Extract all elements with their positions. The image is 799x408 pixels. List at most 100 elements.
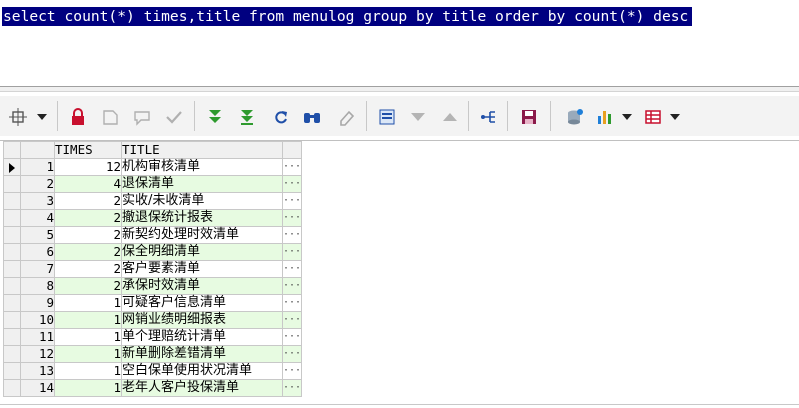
splitter[interactable]	[0, 86, 799, 92]
row-indicator[interactable]	[3, 209, 21, 227]
times-cell[interactable]: 1	[54, 294, 122, 312]
query-settings-icon[interactable]	[6, 105, 30, 129]
row-number[interactable]: 14	[20, 379, 55, 397]
table-row[interactable]: 10 1 网销业绩明细报表 ···	[3, 311, 303, 329]
table-row[interactable]: 5 2 新契约处理时效清单 ···	[3, 226, 303, 244]
row-number[interactable]: 4	[20, 209, 55, 227]
row-indicator[interactable]	[3, 379, 21, 397]
sql-query-text[interactable]: select count(*) times,title from menulog…	[2, 7, 693, 26]
lock-icon[interactable]	[66, 105, 90, 129]
cell-ellipsis-button[interactable]: ···	[281, 362, 303, 380]
fetch-last-icon[interactable]	[235, 105, 259, 129]
post-changes-icon[interactable]	[162, 105, 186, 129]
title-cell[interactable]: 客户要素清单	[121, 260, 283, 278]
row-indicator[interactable]	[3, 243, 21, 261]
table-row[interactable]: 4 2 撤退保统计报表 ···	[3, 209, 303, 227]
cell-ellipsis-button[interactable]: ···	[281, 260, 303, 278]
cell-ellipsis-button[interactable]: ···	[281, 226, 303, 244]
table-row[interactable]: 3 2 实收/未收清单 ···	[3, 192, 303, 210]
cell-ellipsis-button[interactable]: ···	[281, 294, 303, 312]
times-cell[interactable]: 1	[54, 379, 122, 397]
row-indicator[interactable]	[3, 175, 21, 193]
row-number[interactable]: 12	[20, 345, 55, 363]
times-cell[interactable]: 1	[54, 328, 122, 346]
chevron-down-icon[interactable]	[622, 114, 632, 120]
row-number[interactable]: 2	[20, 175, 55, 193]
chevron-down-icon[interactable]	[670, 114, 680, 120]
cell-ellipsis-button[interactable]: ···	[281, 192, 303, 210]
row-number[interactable]: 8	[20, 277, 55, 295]
row-indicator[interactable]	[3, 192, 21, 210]
row-number[interactable]: 11	[20, 328, 55, 346]
query-by-example-icon[interactable]	[563, 105, 587, 129]
column-header-title[interactable]: TITLE	[121, 141, 283, 159]
row-indicator[interactable]	[3, 328, 21, 346]
table-row[interactable]: 6 2 保全明细清单 ···	[3, 243, 303, 261]
title-cell[interactable]: 保全明细清单	[121, 243, 283, 261]
cell-ellipsis-button[interactable]: ···	[281, 243, 303, 261]
new-record-icon[interactable]	[98, 105, 122, 129]
title-cell[interactable]: 新契约处理时效清单	[121, 226, 283, 244]
row-indicator[interactable]	[3, 158, 21, 176]
row-indicator[interactable]	[3, 226, 21, 244]
clear-icon[interactable]	[334, 105, 358, 129]
row-indicator[interactable]	[3, 260, 21, 278]
row-indicator[interactable]	[3, 277, 21, 295]
title-cell[interactable]: 空白保单使用状况清单	[121, 362, 283, 380]
row-number[interactable]: 3	[20, 192, 55, 210]
row-number[interactable]: 6	[20, 243, 55, 261]
times-cell[interactable]: 2	[54, 226, 122, 244]
export-icon[interactable]	[477, 105, 501, 129]
table-row[interactable]: 14 1 老年人客户投保清单 ···	[3, 379, 303, 397]
save-icon[interactable]	[517, 105, 541, 129]
times-cell[interactable]: 2	[54, 192, 122, 210]
times-cell[interactable]: 12	[54, 158, 122, 176]
row-indicator[interactable]	[3, 311, 21, 329]
table-row[interactable]: 2 4 退保清单 ···	[3, 175, 303, 193]
title-cell[interactable]: 老年人客户投保清单	[121, 379, 283, 397]
title-cell[interactable]: 单个理赔统计清单	[121, 328, 283, 346]
row-number[interactable]: 10	[20, 311, 55, 329]
table-row[interactable]: 12 1 新单删除差错清单 ···	[3, 345, 303, 363]
table-row[interactable]: 7 2 客户要素清单 ···	[3, 260, 303, 278]
title-cell[interactable]: 撤退保统计报表	[121, 209, 283, 227]
delete-record-icon[interactable]	[130, 105, 154, 129]
sql-editor[interactable]: select count(*) times,title from menulog…	[0, 0, 799, 86]
cell-ellipsis-button[interactable]: ···	[281, 379, 303, 397]
cell-ellipsis-button[interactable]: ···	[281, 345, 303, 363]
cell-ellipsis-button[interactable]: ···	[281, 175, 303, 193]
row-number[interactable]: 5	[20, 226, 55, 244]
cell-ellipsis-button[interactable]: ···	[281, 311, 303, 329]
title-cell[interactable]: 承保时效清单	[121, 277, 283, 295]
title-cell[interactable]: 实收/未收清单	[121, 192, 283, 210]
table-row[interactable]: 9 1 可疑客户信息清单 ···	[3, 294, 303, 312]
row-indicator[interactable]	[3, 294, 21, 312]
title-cell[interactable]: 退保清单	[121, 175, 283, 193]
fetch-next-icon[interactable]	[203, 105, 227, 129]
cell-ellipsis-button[interactable]: ···	[281, 209, 303, 227]
table-row[interactable]: 8 2 承保时效清单 ···	[3, 277, 303, 295]
table-row[interactable]: 1 12 机构审核清单 ···	[3, 158, 303, 176]
row-indicator[interactable]	[3, 362, 21, 380]
title-cell[interactable]: 可疑客户信息清单	[121, 294, 283, 312]
find-icon[interactable]	[300, 105, 324, 129]
times-cell[interactable]: 4	[54, 175, 122, 193]
single-record-icon[interactable]	[375, 105, 399, 129]
times-cell[interactable]: 2	[54, 277, 122, 295]
chevron-down-icon[interactable]	[37, 114, 47, 120]
chart-icon[interactable]	[593, 105, 617, 129]
times-cell[interactable]: 2	[54, 260, 122, 278]
row-number[interactable]: 1	[20, 158, 55, 176]
times-cell[interactable]: 1	[54, 345, 122, 363]
times-cell[interactable]: 2	[54, 209, 122, 227]
table-row[interactable]: 11 1 单个理赔统计清单 ···	[3, 328, 303, 346]
title-cell[interactable]: 机构审核清单	[121, 158, 283, 176]
times-cell[interactable]: 1	[54, 311, 122, 329]
title-cell[interactable]: 网销业绩明细报表	[121, 311, 283, 329]
column-header-times[interactable]: TIMES	[54, 141, 122, 159]
table-row[interactable]: 13 1 空白保单使用状况清单 ···	[3, 362, 303, 380]
row-indicator[interactable]	[3, 345, 21, 363]
sort-desc-icon[interactable]	[406, 105, 430, 129]
cell-ellipsis-button[interactable]: ···	[281, 328, 303, 346]
refresh-icon[interactable]	[269, 105, 293, 129]
